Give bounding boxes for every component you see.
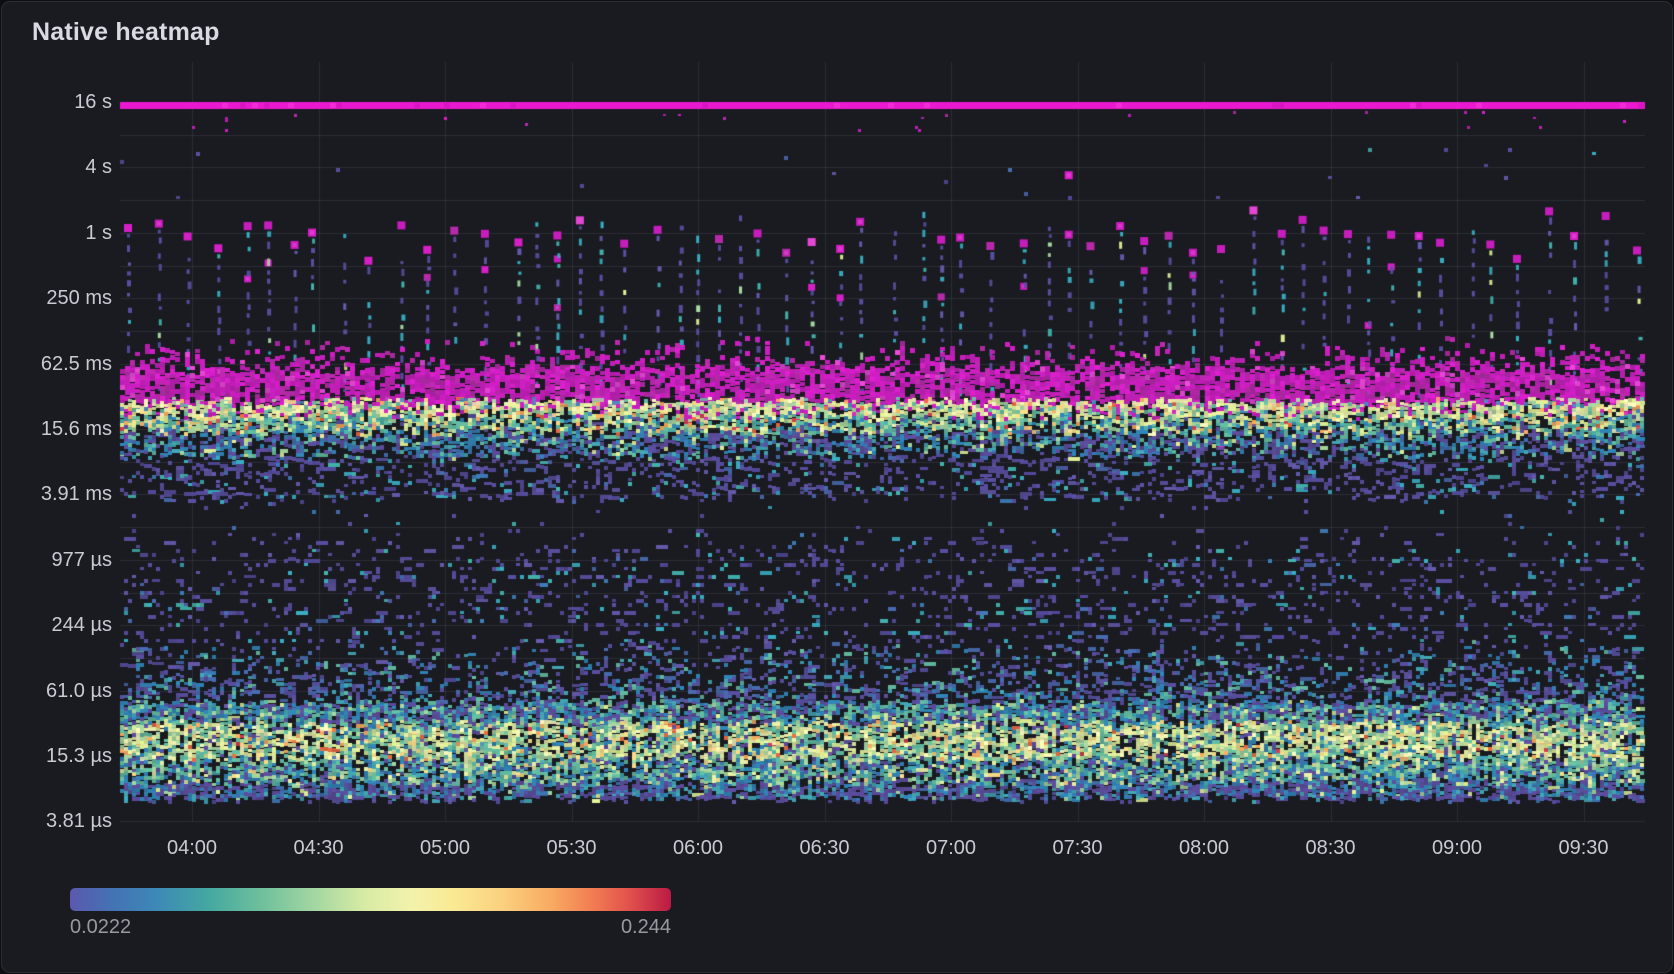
y-axis-tick-label: 15.6 ms — [2, 417, 112, 441]
color-scale-max-label: 0.244 — [471, 916, 671, 939]
y-axis-tick-label: 1 s — [2, 221, 112, 245]
x-axis-tick-label: 06:00 — [633, 836, 763, 860]
x-axis-tick-label: 04:00 — [127, 836, 257, 860]
y-axis-tick-label: 62.5 ms — [2, 352, 112, 376]
y-axis-tick-label: 244 µs — [2, 613, 112, 637]
heatmap-canvas[interactable] — [2, 2, 1673, 973]
x-axis-tick-label: 08:00 — [1139, 836, 1269, 860]
y-axis-tick-label: 15.3 µs — [2, 744, 112, 768]
y-axis-tick-label: 250 ms — [2, 286, 112, 310]
x-axis-tick-label: 05:00 — [380, 836, 510, 860]
y-axis-tick-label: 3.81 µs — [2, 809, 112, 833]
color-scale-gradient — [70, 888, 671, 911]
y-axis-tick-label: 16 s — [2, 90, 112, 114]
x-axis-tick-label: 07:30 — [1013, 836, 1143, 860]
panel-native-heatmap: Native heatmap 16 s 4 s 1 s 250 ms 62.5 ms 15… — [1, 1, 1673, 973]
x-axis-tick-label: 06:30 — [760, 836, 890, 860]
panel-title[interactable]: Native heatmap — [32, 18, 220, 47]
y-axis-tick-label: 4 s — [2, 155, 112, 179]
y-axis-tick-label: 977 µs — [2, 548, 112, 572]
x-axis-tick-label: 09:30 — [1519, 836, 1649, 860]
x-axis-tick-label: 08:30 — [1266, 836, 1396, 860]
x-axis-tick-label: 09:00 — [1392, 836, 1522, 860]
y-axis-tick-label: 61.0 µs — [2, 679, 112, 703]
x-axis-tick-label: 07:00 — [886, 836, 1016, 860]
y-axis-tick-label: 3.91 ms — [2, 482, 112, 506]
x-axis-tick-label: 04:30 — [254, 836, 384, 860]
color-scale-min-label: 0.0222 — [70, 916, 131, 939]
x-axis-tick-label: 05:30 — [507, 836, 637, 860]
